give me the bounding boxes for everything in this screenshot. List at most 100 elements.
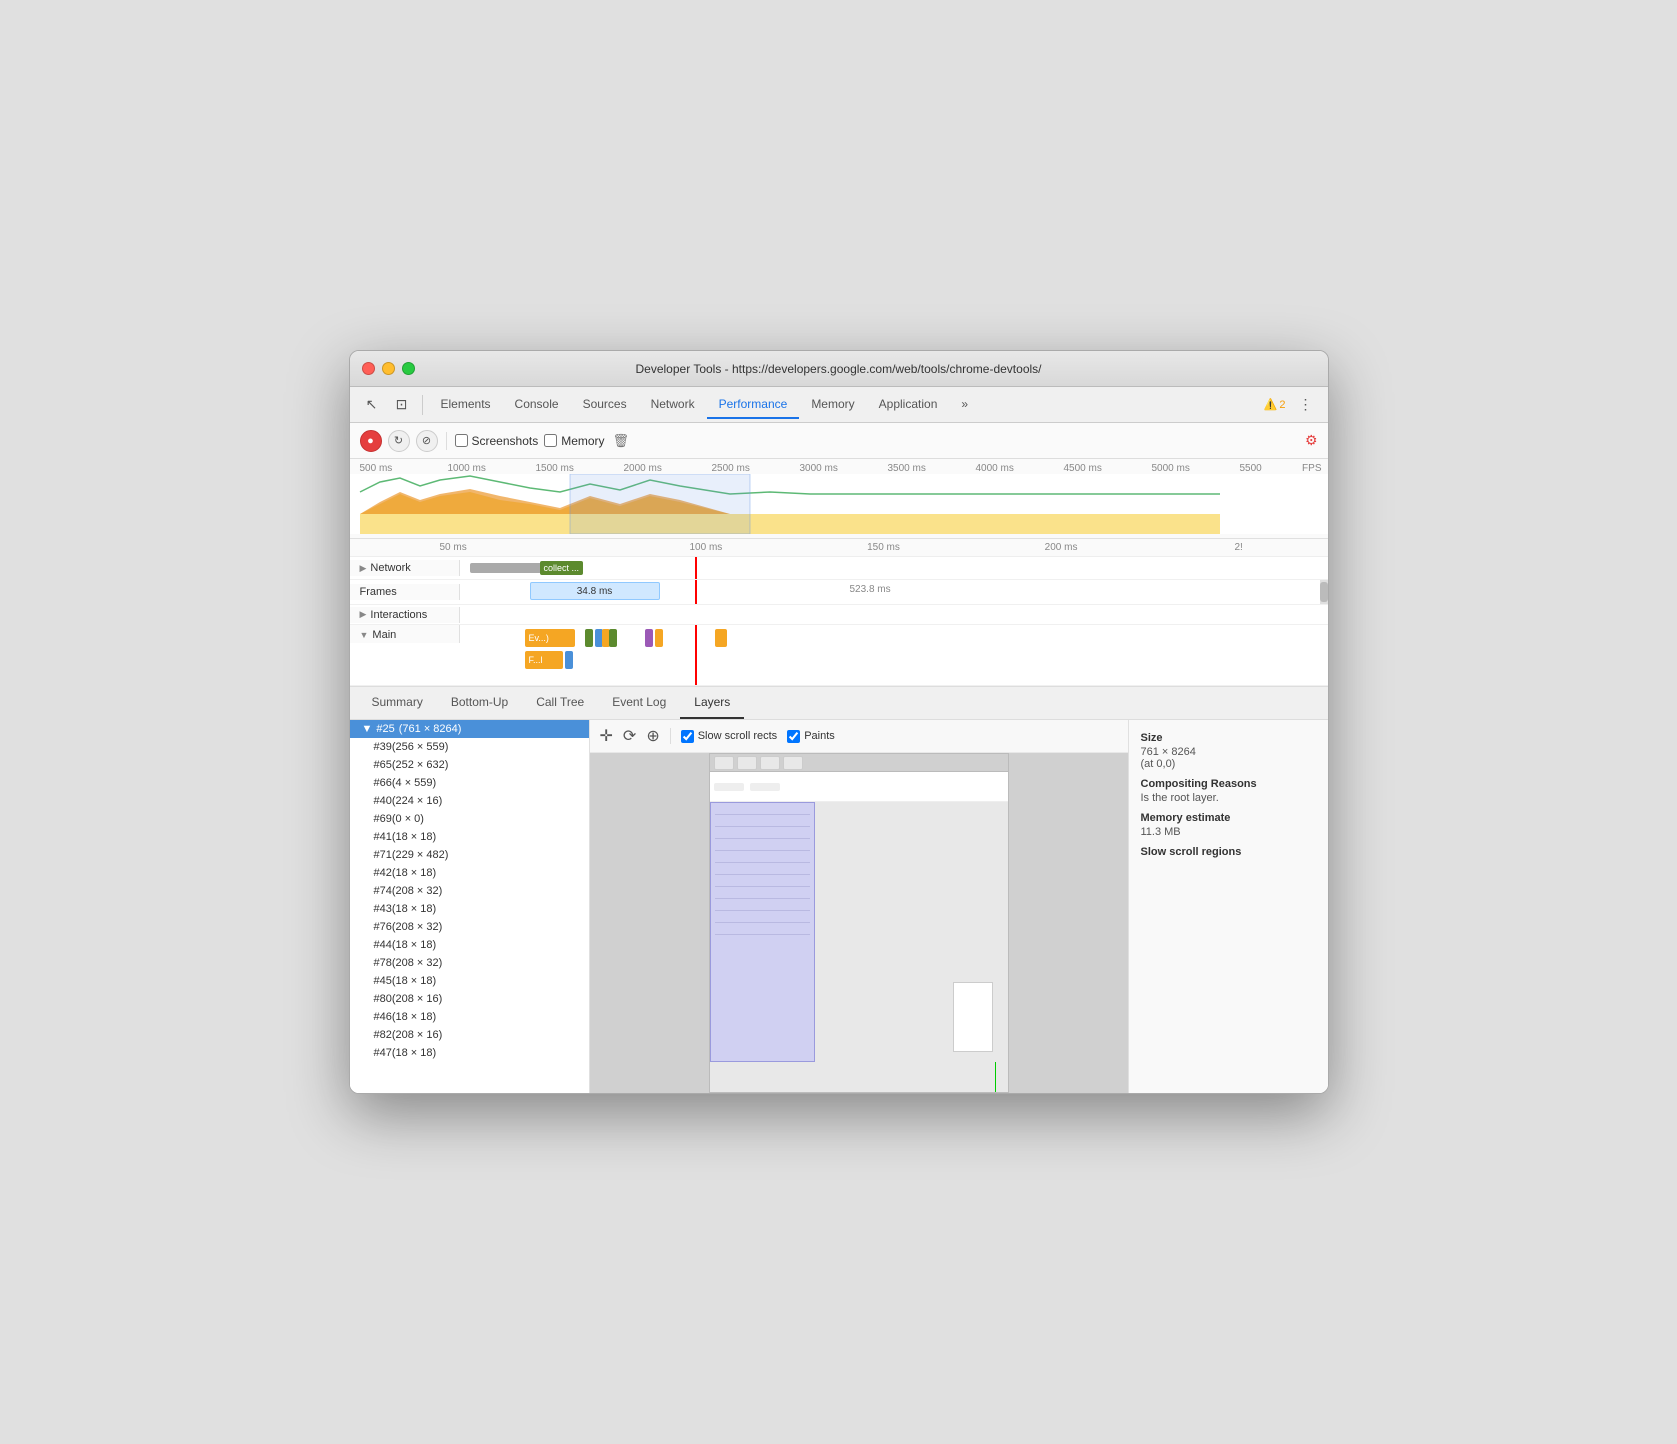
mini-row-6 bbox=[715, 867, 810, 875]
layer-item-78[interactable]: #78(208 × 32) bbox=[350, 954, 589, 972]
task-f[interactable]: F...l bbox=[525, 651, 563, 669]
frames-track-row: Frames 34.8 ms 523.8 ms bbox=[350, 580, 1328, 605]
slow-scroll-text: Slow scroll rects bbox=[698, 730, 777, 742]
mini-green-line bbox=[995, 1062, 996, 1092]
tab-sources[interactable]: Sources bbox=[571, 391, 639, 419]
reload-button[interactable]: ↻ bbox=[388, 430, 410, 452]
minimize-button[interactable] bbox=[382, 362, 395, 375]
tab-console[interactable]: Console bbox=[503, 391, 571, 419]
mini-nav-bar bbox=[714, 783, 744, 791]
scrollbar-track[interactable] bbox=[1320, 580, 1328, 604]
screenshots-label: Screenshots bbox=[472, 434, 539, 448]
tab-elements[interactable]: Elements bbox=[429, 391, 503, 419]
dock-icon[interactable]: ⊡ bbox=[388, 391, 416, 419]
layer-item-40[interactable]: #40(224 × 16) bbox=[350, 792, 589, 810]
interactions-arrow[interactable]: ▶ bbox=[360, 609, 367, 620]
layer-item-46[interactable]: #46(18 × 18) bbox=[350, 1008, 589, 1026]
layer-item-71[interactable]: #71(229 × 482) bbox=[350, 846, 589, 864]
layer-item-39[interactable]: #39(256 × 559) bbox=[350, 738, 589, 756]
tab-more[interactable]: » bbox=[949, 391, 980, 419]
task-blue-1[interactable] bbox=[565, 651, 573, 669]
scrollbar-thumb[interactable] bbox=[1320, 582, 1328, 602]
layer-item-69[interactable]: #69(0 × 0) bbox=[350, 810, 589, 828]
layer-item-80[interactable]: #80(208 × 16) bbox=[350, 990, 589, 1008]
ruler-4000: 4000 ms bbox=[976, 463, 1064, 474]
task-small-4[interactable] bbox=[609, 629, 617, 647]
tab-application[interactable]: Application bbox=[867, 391, 950, 419]
tab-summary[interactable]: Summary bbox=[358, 687, 437, 719]
layer-item-82[interactable]: #82(208 × 16) bbox=[350, 1026, 589, 1044]
ruler-3500: 3500 ms bbox=[888, 463, 976, 474]
screenshots-checkbox[interactable] bbox=[455, 434, 468, 447]
mini-row-1 bbox=[715, 807, 810, 815]
tab-network[interactable]: Network bbox=[639, 391, 707, 419]
frames-track-label: Frames bbox=[350, 584, 460, 600]
record-button[interactable]: ● bbox=[360, 430, 382, 452]
stop-button[interactable]: ⊘ bbox=[416, 430, 438, 452]
mini-body bbox=[710, 772, 1008, 1092]
layer-item-66[interactable]: #66(4 × 559) bbox=[350, 774, 589, 792]
tab-layers[interactable]: Layers bbox=[680, 687, 744, 719]
screenshots-checkbox-label[interactable]: Screenshots bbox=[455, 434, 539, 448]
mini-row-2 bbox=[715, 819, 810, 827]
mini-tab-3 bbox=[760, 756, 780, 770]
paints-checkbox[interactable] bbox=[787, 730, 800, 743]
mini-row-9 bbox=[715, 903, 810, 911]
tab-bar-right: ⚠️ 2 ⋮ bbox=[1264, 391, 1320, 419]
zoom-end: 2! bbox=[1150, 542, 1328, 553]
layer-item-root[interactable]: ▼ #25 (761 × 8264) bbox=[350, 720, 589, 738]
cursor-icon[interactable]: ↖ bbox=[358, 391, 386, 419]
maximize-button[interactable] bbox=[402, 362, 415, 375]
clear-button[interactable]: 🗑 bbox=[613, 433, 630, 449]
task-small-1[interactable] bbox=[585, 629, 593, 647]
layer-item-45[interactable]: #45(18 × 18) bbox=[350, 972, 589, 990]
main-arrow[interactable]: ▼ bbox=[360, 630, 369, 640]
collect-text: collect ... bbox=[544, 563, 580, 573]
move-tool-icon[interactable]: ⊕ bbox=[646, 726, 659, 746]
frame-block-1[interactable]: 34.8 ms bbox=[530, 582, 660, 600]
layer-item-74[interactable]: #74(208 × 32) bbox=[350, 882, 589, 900]
memory-checkbox-label[interactable]: Memory bbox=[544, 434, 604, 448]
settings-icon[interactable]: ⚙ bbox=[1305, 432, 1318, 449]
mini-top-bar bbox=[710, 772, 1008, 802]
layer-item-65[interactable]: #65(252 × 632) bbox=[350, 756, 589, 774]
pan-tool-icon[interactable]: ✛ bbox=[600, 726, 613, 746]
layer-item-44[interactable]: #44(18 × 18) bbox=[350, 936, 589, 954]
layer-item-42[interactable]: #42(18 × 18) bbox=[350, 864, 589, 882]
tab-bottom-up[interactable]: Bottom-Up bbox=[437, 687, 522, 719]
devtools-window: Developer Tools - https://developers.goo… bbox=[349, 350, 1329, 1094]
warning-badge[interactable]: ⚠️ 2 bbox=[1264, 398, 1286, 411]
slow-scroll-checkbox[interactable] bbox=[681, 730, 694, 743]
mini-tab-1 bbox=[714, 756, 734, 770]
network-track-label: ▶ Network bbox=[350, 560, 460, 576]
mini-row-10 bbox=[715, 915, 810, 923]
close-button[interactable] bbox=[362, 362, 375, 375]
layer-item-43[interactable]: #43(18 × 18) bbox=[350, 900, 589, 918]
nav-tabs: Elements Console Sources Network Perform… bbox=[429, 391, 1262, 419]
paints-label[interactable]: Paints bbox=[787, 730, 835, 743]
more-options-icon[interactable]: ⋮ bbox=[1292, 391, 1320, 419]
tab-call-tree[interactable]: Call Tree bbox=[522, 687, 598, 719]
zoom-50ms: 50 ms bbox=[440, 542, 618, 553]
mini-right-block bbox=[953, 982, 993, 1052]
task-small-5[interactable] bbox=[645, 629, 653, 647]
zoomed-timeline: 50 ms 100 ms 150 ms 200 ms 2! ▶ Network … bbox=[350, 539, 1328, 687]
tab-performance[interactable]: Performance bbox=[707, 391, 800, 419]
layer-item-41[interactable]: #41(18 × 18) bbox=[350, 828, 589, 846]
layers-canvas-area bbox=[590, 753, 1128, 1093]
tab-memory[interactable]: Memory bbox=[799, 391, 866, 419]
tab-event-log[interactable]: Event Log bbox=[598, 687, 680, 719]
network-arrow[interactable]: ▶ bbox=[360, 563, 367, 574]
slow-scroll-label[interactable]: Slow scroll rects bbox=[681, 730, 777, 743]
rotate-tool-icon[interactable]: ⟳ bbox=[623, 726, 636, 746]
layer-item-47[interactable]: #47(18 × 18) bbox=[350, 1044, 589, 1062]
timeline-svg bbox=[350, 474, 1328, 534]
layers-toolbar: ✛ ⟳ ⊕ Slow scroll rects Paints bbox=[590, 720, 1128, 753]
memory-label: Memory bbox=[561, 434, 604, 448]
memory-checkbox[interactable] bbox=[544, 434, 557, 447]
task-small-6[interactable] bbox=[655, 629, 663, 647]
task-small-7[interactable] bbox=[715, 629, 727, 647]
task-event[interactable]: Ev...) bbox=[525, 629, 575, 647]
layer-item-76[interactable]: #76(208 × 32) bbox=[350, 918, 589, 936]
zoom-ruler-labels: 50 ms 100 ms 150 ms 200 ms 2! bbox=[360, 542, 1328, 553]
